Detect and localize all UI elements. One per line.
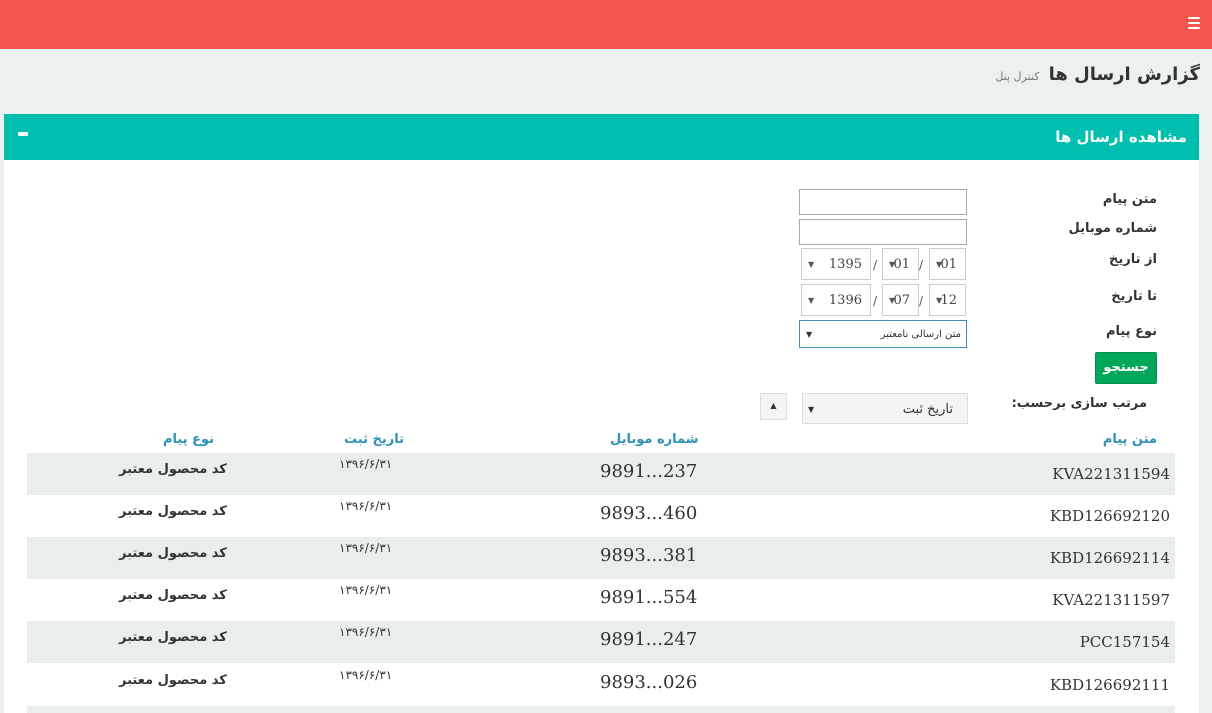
table-row: KVA221311597 9891...554 ۱۳۹۶/۶/۳۱ کد محص… <box>27 579 1175 621</box>
dropdown-arrow-icon: ▼ <box>936 260 943 269</box>
sort-by-label: مرتب سازی برحسب: <box>1011 396 1147 411</box>
table-row: PCC157154 9891...247 ۱۳۹۶/۶/۳۱ کد محصول … <box>27 621 1175 663</box>
dropdown-arrow-icon: ▼ <box>936 296 943 305</box>
type-cell: کد محصول معتبر <box>119 462 227 477</box>
dropdown-arrow-icon: ▼ <box>889 296 896 305</box>
from-date-label: از تاریخ <box>1109 252 1157 267</box>
to-date-label: تا تاریخ <box>1111 289 1157 304</box>
sends-box: مشاهده ارسال ها متن پیام شماره موبایل از… <box>4 114 1199 713</box>
message-code-cell: PCC157154 <box>1079 633 1170 651</box>
message-code-cell: KBD126692114 <box>1049 549 1170 567</box>
from-month-select[interactable]: 01 ▼ <box>882 248 919 280</box>
table-row: KBD126692111 9893...026 ۱۳۹۶/۶/۳۱ کد محص… <box>27 664 1175 706</box>
date-cell: ۱۳۹۶/۶/۳۱ <box>339 457 393 471</box>
dropdown-arrow-icon: ▼ <box>806 330 813 339</box>
dropdown-arrow-icon: ▼ <box>808 296 815 305</box>
search-button[interactable]: جستجو <box>1095 352 1157 384</box>
type-cell: کد محصول معتبر <box>119 630 227 645</box>
message-code-cell: KBD126692120 <box>1049 507 1170 525</box>
page-subtitle: کنترل پنل <box>995 70 1040 83</box>
mobile-cell: 9891...237 <box>600 461 698 482</box>
mobile-cell: 9891...554 <box>600 587 698 608</box>
date-cell: ۱۳۹۶/۶/۳۱ <box>339 668 393 682</box>
message-code-cell: KVA221311594 <box>1052 465 1170 483</box>
mobile-number-input[interactable] <box>799 219 967 245</box>
to-month-select[interactable]: 07 ▼ <box>882 284 919 316</box>
mobile-cell: 9893...381 <box>600 545 698 566</box>
date-cell: ۱۳۹۶/۶/۳۱ <box>339 499 393 513</box>
date-separator: / <box>873 258 878 272</box>
column-header-mobile[interactable]: شماره موبایل <box>610 432 699 447</box>
message-code-cell: KBD126692111 <box>1049 676 1170 694</box>
box-header: مشاهده ارسال ها <box>4 114 1199 160</box>
date-cell: ۱۳۹۶/۶/۳۱ <box>339 625 393 639</box>
table-row: KBD126692120 9893...460 ۱۳۹۶/۶/۳۱ کد محص… <box>27 495 1175 537</box>
date-separator: / <box>873 294 878 308</box>
page-heading: گزارش ارسال ها کنترل پنل <box>995 64 1200 85</box>
date-cell: ۱۳۹۶/۶/۳۱ <box>339 583 393 597</box>
page-title: گزارش ارسال ها <box>1048 64 1200 85</box>
message-text-input[interactable] <box>799 189 967 215</box>
sort-by-select[interactable]: تاریخ ثبت ▼ <box>802 393 968 424</box>
box-title: مشاهده ارسال ها <box>1055 128 1187 146</box>
sort-direction-button[interactable]: ▲ <box>760 393 787 420</box>
to-day-select[interactable]: 12 ▼ <box>929 284 966 316</box>
top-navbar <box>0 0 1212 49</box>
dropdown-arrow-icon: ▼ <box>808 405 815 414</box>
dropdown-arrow-icon: ▼ <box>808 260 815 269</box>
collapse-icon[interactable] <box>18 132 28 136</box>
from-year-select[interactable]: 1395 ▼ <box>801 248 871 280</box>
table-row: KBD126692114 9893...381 ۱۳۹۶/۶/۳۱ کد محص… <box>27 537 1175 579</box>
message-type-label: نوع پیام <box>1105 324 1157 339</box>
message-type-value: متن ارسالی نامعتبر <box>880 329 961 340</box>
mobile-number-label: شماره موبایل <box>1068 221 1157 236</box>
dropdown-arrow-icon: ▼ <box>889 260 896 269</box>
hamburger-menu-icon[interactable] <box>1188 17 1200 29</box>
date-cell: ۱۳۹۶/۶/۳۱ <box>339 541 393 555</box>
message-code-cell: KVA221311597 <box>1052 591 1170 609</box>
sort-by-value: تاریخ ثبت <box>902 402 953 417</box>
column-header-date[interactable]: تاریخ ثبت <box>344 432 404 447</box>
type-cell: کد محصول معتبر <box>119 673 227 688</box>
date-separator: / <box>919 258 924 272</box>
from-day-select[interactable]: 01 ▼ <box>929 248 966 280</box>
mobile-cell: 9891...247 <box>600 629 698 650</box>
column-header-message-text[interactable]: متن پیام <box>1103 432 1157 447</box>
caret-up-icon: ▲ <box>770 401 777 410</box>
type-cell: کد محصول معتبر <box>119 504 227 519</box>
type-cell: کد محصول معتبر <box>119 546 227 561</box>
message-text-label: متن پیام <box>1102 192 1157 207</box>
mobile-cell: 9893...026 <box>600 672 698 693</box>
type-cell: کد محصول معتبر <box>119 588 227 603</box>
message-type-select[interactable]: متن ارسالی نامعتبر ▼ <box>799 320 967 348</box>
table-row <box>27 706 1175 713</box>
to-year-select[interactable]: 1396 ▼ <box>801 284 871 316</box>
date-separator: / <box>919 294 924 308</box>
column-header-type[interactable]: نوع پیام <box>163 432 214 447</box>
mobile-cell: 9893...460 <box>600 503 698 524</box>
table-row: KVA221311594 9891...237 ۱۳۹۶/۶/۳۱ کد محص… <box>27 453 1175 495</box>
